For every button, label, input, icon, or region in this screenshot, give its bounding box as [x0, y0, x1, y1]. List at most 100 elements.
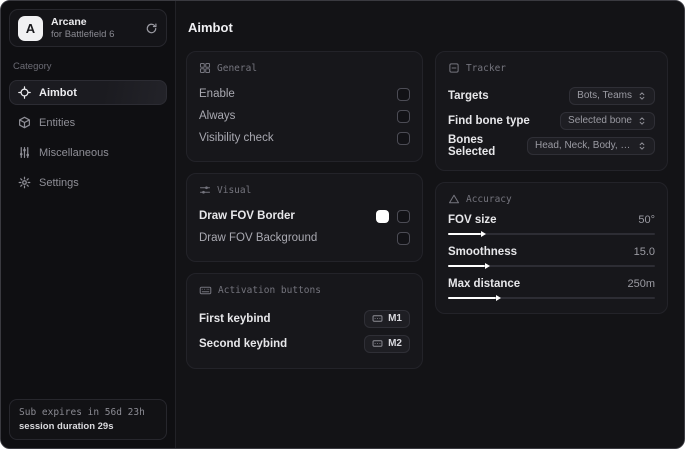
setting-row: Draw FOV Border [199, 205, 410, 227]
chevrons-up-down-icon [637, 116, 647, 126]
always-checkbox[interactable] [396, 109, 410, 123]
tracker-card-header: Tracker [448, 62, 655, 74]
setting-row: Second keybind M2 [199, 331, 410, 356]
fov-size-slider: FOV size 50° [447, 214, 655, 237]
activation-card: Activation buttons First keybind M1 Seco… [186, 273, 423, 369]
sidebar-item-aimbot[interactable]: Aimbot [9, 80, 167, 105]
page-title: Aimbot [188, 20, 233, 35]
activation-card-header: Activation buttons [199, 284, 410, 297]
box-icon [18, 116, 31, 129]
card-title: Accuracy [465, 193, 512, 205]
find-bone-type-select[interactable]: Selected bone [560, 111, 655, 130]
setting-row: Find bone type Selected bone [448, 108, 655, 133]
card-title: Tracker [465, 62, 507, 74]
sidebar-item-entities[interactable]: Entities [9, 110, 167, 135]
sidebar-item-label: Entities [39, 116, 76, 129]
chevrons-up-down-icon [637, 141, 647, 151]
slider-value: 50° [638, 214, 655, 226]
brand-name: Arcane [51, 15, 87, 28]
accuracy-card: Accuracy FOV size 50° Smoothness 15.0 Ma… [434, 182, 668, 314]
sync-icon[interactable] [145, 22, 158, 35]
sidebar-item-label: Settings [39, 176, 79, 189]
keyboard-icon [372, 313, 383, 324]
enable-checkbox[interactable] [396, 87, 410, 101]
setting-row: Draw FOV Background [199, 227, 410, 249]
sidebar-item-label: Miscellaneous [39, 146, 109, 159]
slider-thumb[interactable] [485, 263, 491, 269]
main-content: Aimbot General Enable Always Visibility … [176, 1, 684, 448]
setting-label: Enable [199, 88, 235, 100]
fov-border-color-swatch[interactable] [375, 209, 389, 223]
smoothness-slider: Smoothness 15.0 [447, 246, 655, 269]
sidebar-item-settings[interactable]: Settings [9, 170, 167, 195]
brand-logo: A [18, 15, 43, 41]
subscription-info: Sub expires in 56d 23h session duration … [9, 399, 167, 440]
sidebar-nav: Aimbot Entities Miscellaneous Settings [9, 80, 167, 195]
sidebar-item-label: Aimbot [39, 86, 77, 99]
setting-label: Always [199, 110, 236, 122]
card-title: Visual [217, 184, 252, 196]
slider-fill [447, 295, 501, 301]
draw-fov-border-checkbox[interactable] [396, 209, 410, 223]
slider-track[interactable] [447, 295, 655, 301]
draw-fov-background-checkbox[interactable] [396, 231, 410, 245]
bones-selected-select[interactable]: Head, Neck, Body, Pe.. [527, 136, 655, 155]
grid-icon [199, 62, 211, 74]
sidebar-item-miscellaneous[interactable]: Miscellaneous [9, 140, 167, 165]
sidebar: A Arcane for Battlefield 6 Category Aimb… [1, 1, 176, 448]
keyboard-icon [372, 338, 383, 349]
setting-label: Draw FOV Background [199, 232, 318, 244]
slider-label: FOV size [447, 214, 497, 226]
setting-label: Find bone type [447, 114, 530, 127]
visual-card-header: Visual [199, 184, 410, 196]
chevrons-up-down-icon [637, 91, 647, 101]
slider-track[interactable] [447, 263, 655, 269]
setting-row: Enable [199, 83, 410, 105]
brand-text: Arcane for Battlefield 6 [51, 16, 114, 41]
second-keybind-button[interactable]: M2 [364, 334, 410, 353]
category-label: Category [13, 61, 52, 72]
general-card-header: General [199, 62, 410, 74]
setting-label: Targets [447, 89, 489, 102]
slider-label: Max distance [447, 278, 521, 290]
sub-expiry-text: Sub expires in 56d 23h [19, 407, 145, 418]
max-distance-slider: Max distance 250m [447, 278, 655, 301]
brand-card: A Arcane for Battlefield 6 [9, 9, 167, 47]
setting-label: Draw FOV Border [199, 210, 295, 222]
setting-label: Visibility check [199, 132, 274, 144]
setting-label: First keybind [199, 312, 271, 325]
first-keybind-button[interactable]: M1 [364, 309, 410, 328]
brand-subtitle: for Battlefield 6 [51, 28, 115, 40]
left-column: General Enable Always Visibility check V… [186, 51, 423, 369]
brand-initial: A [25, 20, 36, 36]
card-title: General [217, 62, 258, 74]
select-value: Bots, Teams [577, 90, 632, 101]
slider-label: Smoothness [447, 246, 517, 258]
setting-row: First keybind M1 [199, 306, 410, 331]
session-duration-text: session duration 29s [19, 421, 114, 432]
slider-value: 15.0 [633, 246, 655, 258]
setting-row: Bones Selected Head, Neck, Body, Pe.. [448, 133, 655, 158]
slider-thumb[interactable] [495, 295, 501, 301]
visibility-check-checkbox[interactable] [396, 131, 410, 145]
setting-row: Always [199, 105, 410, 127]
select-value: Head, Neck, Body, Pe.. [535, 140, 632, 151]
sliders-horizontal-icon [199, 184, 211, 196]
targets-select[interactable]: Bots, Teams [569, 86, 655, 105]
visual-card: Visual Draw FOV Border Draw FOV Backgrou… [186, 173, 423, 262]
setting-label: Bones Selected [447, 133, 496, 158]
keybind-value: M2 [388, 338, 402, 349]
app-window: A Arcane for Battlefield 6 Category Aimb… [0, 0, 685, 449]
slider-thumb[interactable] [481, 231, 487, 237]
crosshair-icon [18, 86, 31, 99]
minus-square-icon [448, 62, 460, 74]
card-title: Activation buttons [218, 285, 321, 296]
setting-row: Targets Bots, Teams [448, 83, 655, 108]
slider-fill [447, 263, 491, 269]
slider-track[interactable] [447, 231, 655, 237]
setting-row: Visibility check [199, 127, 410, 149]
sliders-vertical-icon [18, 146, 31, 159]
general-card: General Enable Always Visibility check [186, 51, 423, 162]
gear-icon [18, 176, 31, 189]
select-value: Selected bone [568, 115, 632, 126]
